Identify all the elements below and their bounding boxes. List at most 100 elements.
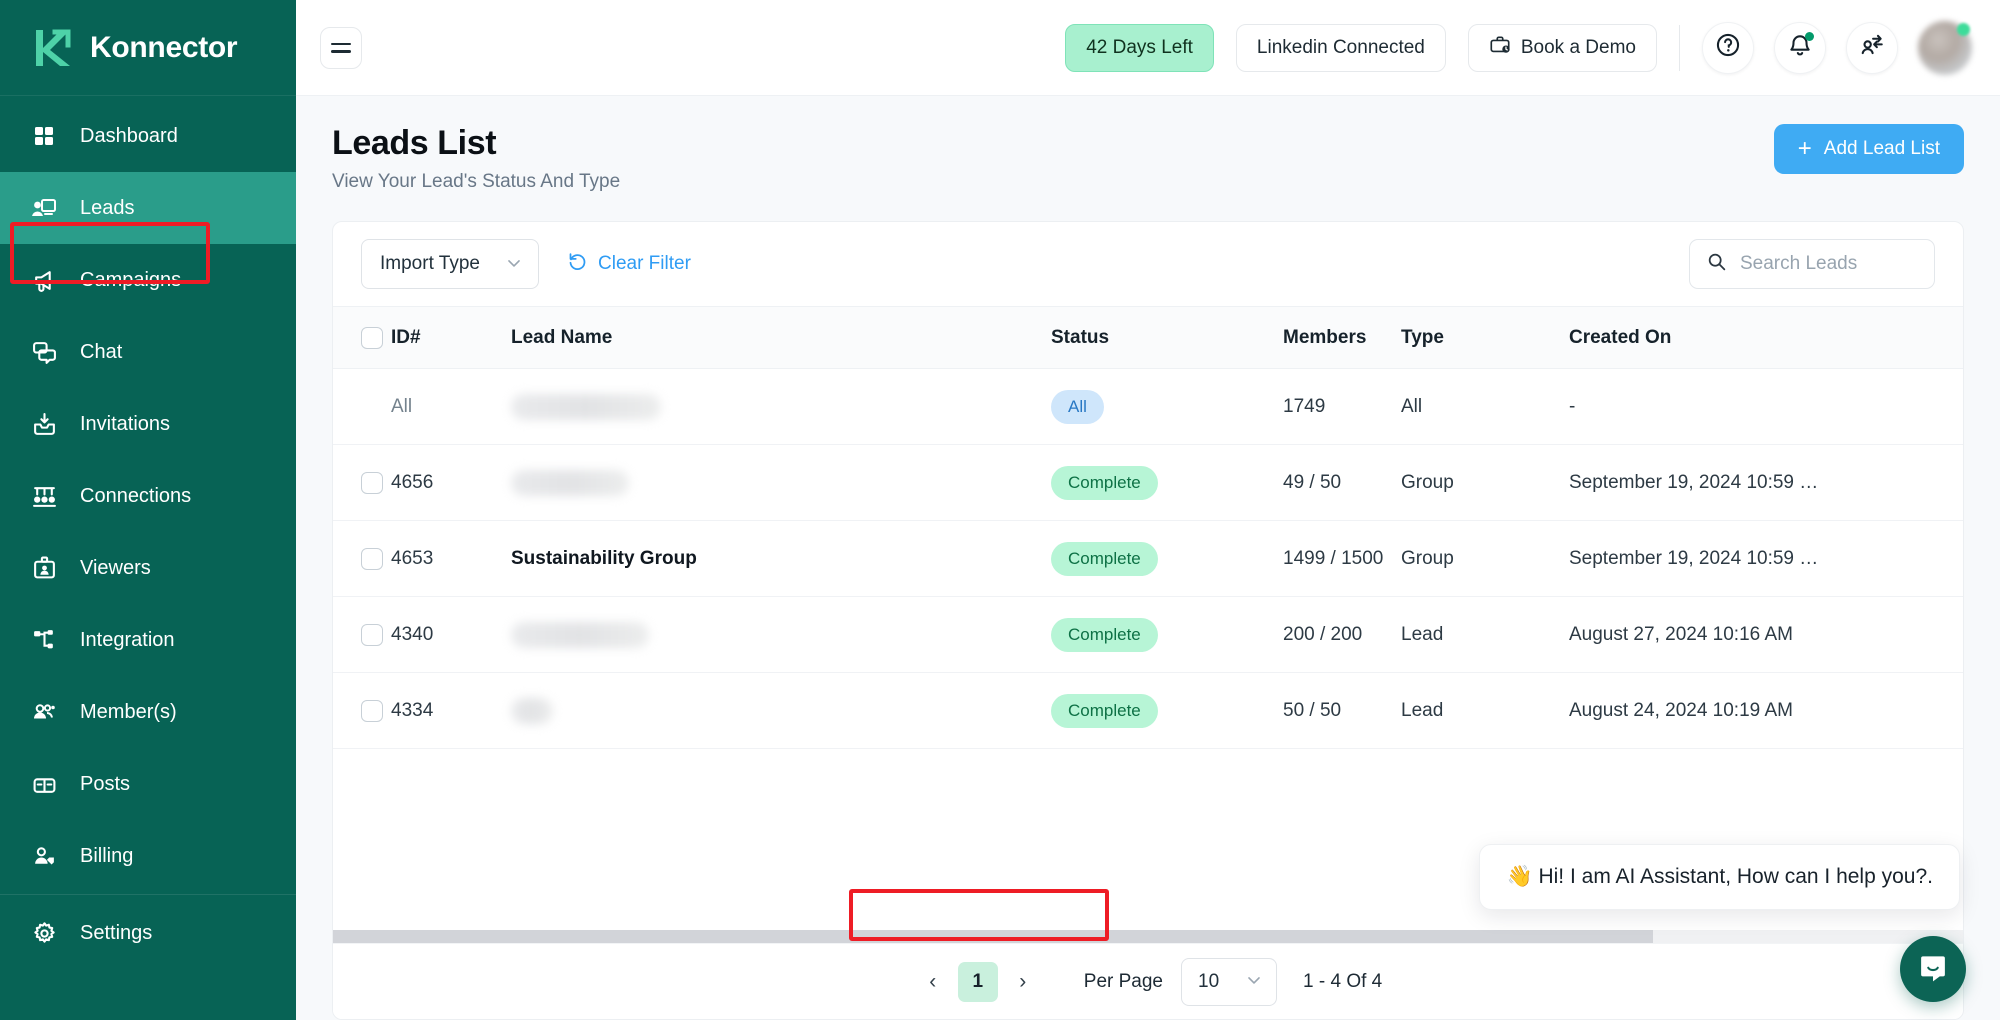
grid-icon bbox=[30, 122, 58, 150]
row-members: 50 / 50 bbox=[1283, 672, 1401, 749]
row-status: Complete bbox=[1051, 520, 1283, 597]
chat-bubble-icon bbox=[1918, 952, 1948, 987]
linkedin-status-button[interactable]: Linkedin Connected bbox=[1235, 23, 1446, 72]
mailbox-icon bbox=[30, 770, 58, 798]
hamburger-menu-button[interactable] bbox=[320, 26, 362, 69]
sidebar-item-dashboard[interactable]: Dashboard bbox=[0, 100, 296, 172]
add-lead-list-button[interactable]: + Add Lead List bbox=[1773, 124, 1964, 174]
row-lead-name: Sustainability Group bbox=[511, 520, 1051, 597]
notification-dot bbox=[1805, 31, 1814, 41]
page-number-1[interactable]: 1 bbox=[957, 961, 998, 1002]
sidebar-item-integration[interactable]: Integration bbox=[0, 604, 296, 676]
sidebar: Konnector Dashboard Leads Campaigns Chat… bbox=[0, 0, 296, 1020]
sidebar-item-label: Chat bbox=[80, 340, 123, 363]
megaphone-icon bbox=[30, 266, 58, 294]
page-subtitle: View Your Lead's Status And Type bbox=[332, 171, 621, 192]
row-members: 1749 bbox=[1283, 368, 1401, 445]
column-header-members[interactable]: Members bbox=[1283, 306, 1401, 369]
status-badge: Complete bbox=[1051, 465, 1158, 500]
select-all-header bbox=[333, 306, 391, 369]
table-header-row: ID# Lead Name Status Members Type Create… bbox=[333, 306, 1963, 369]
row-lead-name bbox=[511, 444, 1051, 521]
table-row[interactable]: 4653 Sustainability Group Complete 1499 / 1… bbox=[333, 520, 1963, 597]
redacted-lead-name bbox=[511, 393, 661, 420]
sidebar-item-invitations[interactable]: Invitations bbox=[0, 388, 296, 460]
row-lead-name bbox=[511, 596, 1051, 673]
clear-filter-label: Clear Filter bbox=[598, 253, 691, 274]
select-all-checkbox[interactable] bbox=[361, 326, 383, 349]
sidebar-item-settings[interactable]: Settings bbox=[0, 897, 296, 969]
table-row[interactable]: 4656 Complete 49 / 50 Group September 19, 20… bbox=[333, 444, 1963, 521]
table-row[interactable]: 4340 Complete 200 / 200 Lead August 27, 2024… bbox=[333, 596, 1963, 673]
pagination: ‹ 1 › Per Page 10 1 - 4 Of 4 bbox=[333, 943, 1963, 1019]
row-members: 1499 / 1500 bbox=[1283, 520, 1401, 597]
sidebar-item-leads[interactable]: Leads bbox=[0, 172, 296, 244]
row-created-on: September 19, 2024 10:59 … bbox=[1569, 444, 1963, 521]
topbar: 42 Days Left Linkedin Connected Book a D… bbox=[296, 0, 2000, 96]
question-circle-icon bbox=[1715, 32, 1741, 63]
scrollbar-thumb[interactable] bbox=[333, 930, 1654, 943]
status-badge: Complete bbox=[1051, 617, 1158, 652]
row-select-cell bbox=[333, 368, 391, 445]
sidebar-item-campaigns[interactable]: Campaigns bbox=[0, 244, 296, 316]
avatar-online-status bbox=[1957, 22, 1970, 36]
book-demo-label: Book a Demo bbox=[1520, 36, 1636, 58]
page-header: Leads List View Your Lead's Status And T… bbox=[296, 96, 2000, 203]
sidebar-item-viewers[interactable]: Viewers bbox=[0, 532, 296, 604]
row-type: Lead bbox=[1401, 672, 1569, 749]
table-head: ID# Lead Name Status Members Type Create… bbox=[333, 306, 1963, 369]
sidebar-item-chat[interactable]: Chat bbox=[0, 316, 296, 388]
per-page-value: 10 bbox=[1198, 970, 1220, 992]
row-checkbox[interactable] bbox=[361, 623, 383, 646]
table-row[interactable]: 4334 Complete 50 / 50 Lead August 24, 2024 1… bbox=[333, 672, 1963, 749]
column-header-created[interactable]: Created On bbox=[1569, 306, 1963, 369]
prev-page-button[interactable]: ‹ bbox=[914, 963, 952, 1001]
sidebar-item-label: Integration bbox=[80, 628, 175, 651]
chat-icon bbox=[30, 338, 58, 366]
page-title: Leads List bbox=[332, 124, 497, 162]
status-badge: Complete bbox=[1051, 693, 1158, 728]
horizontal-scrollbar[interactable] bbox=[333, 930, 1963, 943]
row-status: Complete bbox=[1051, 444, 1283, 521]
sidebar-item-label: Viewers bbox=[80, 556, 151, 579]
row-type: Group bbox=[1401, 444, 1569, 521]
sidebar-item-members[interactable]: Member(s) bbox=[0, 676, 296, 748]
sidebar-item-label: Leads bbox=[80, 196, 135, 219]
clear-filter-button[interactable]: Clear Filter bbox=[567, 251, 691, 278]
row-checkbox[interactable] bbox=[361, 471, 383, 494]
book-demo-button[interactable]: Book a Demo bbox=[1467, 23, 1657, 72]
redacted-lead-name bbox=[511, 621, 649, 648]
notifications-button[interactable] bbox=[1774, 21, 1826, 74]
table-row[interactable]: All All 1749 All - bbox=[333, 368, 1963, 445]
per-page-select[interactable]: 10 bbox=[1181, 957, 1278, 1006]
plus-icon: + bbox=[1797, 135, 1812, 162]
column-header-type[interactable]: Type bbox=[1401, 306, 1569, 369]
column-header-status[interactable]: Status bbox=[1051, 306, 1283, 369]
sidebar-item-posts[interactable]: Posts bbox=[0, 748, 296, 820]
chat-launcher-button[interactable] bbox=[1900, 936, 1966, 1002]
row-created-on: August 27, 2024 10:16 AM bbox=[1569, 596, 1963, 673]
ai-assistant-greeting[interactable]: 👋 Hi! I am AI Assistant, How can I help … bbox=[1479, 844, 1960, 910]
switch-account-button[interactable] bbox=[1846, 21, 1898, 74]
row-checkbox[interactable] bbox=[361, 699, 383, 722]
user-tag-icon bbox=[30, 842, 58, 870]
chevron-down-icon bbox=[1244, 970, 1264, 993]
network-icon bbox=[30, 482, 58, 510]
gear-icon bbox=[30, 919, 58, 947]
row-checkbox[interactable] bbox=[361, 547, 383, 570]
app-root: Konnector Dashboard Leads Campaigns Chat… bbox=[0, 0, 2000, 1020]
avatar[interactable] bbox=[1918, 20, 1972, 75]
sidebar-item-connections[interactable]: Connections bbox=[0, 460, 296, 532]
days-left-badge[interactable]: 42 Days Left bbox=[1065, 23, 1214, 72]
column-header-id[interactable]: ID# bbox=[391, 306, 511, 369]
sidebar-item-billing[interactable]: Billing bbox=[0, 820, 296, 892]
column-header-name[interactable]: Lead Name bbox=[511, 306, 1051, 369]
import-type-select[interactable]: Import Type bbox=[361, 239, 539, 289]
leads-icon bbox=[30, 194, 58, 222]
help-button[interactable] bbox=[1702, 21, 1754, 74]
search-box[interactable] bbox=[1689, 239, 1935, 289]
sidebar-item-label: Posts bbox=[80, 772, 131, 795]
search-input[interactable] bbox=[1740, 253, 1918, 275]
next-page-button[interactable]: › bbox=[1004, 963, 1042, 1001]
row-select-cell bbox=[333, 444, 391, 521]
